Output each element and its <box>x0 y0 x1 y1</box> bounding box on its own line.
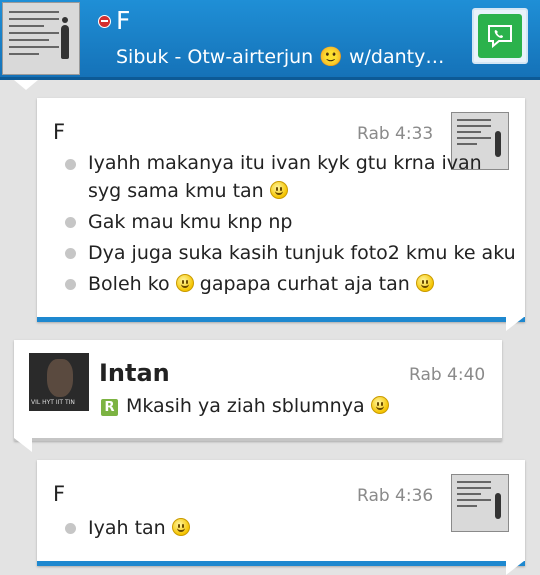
message-sender: Intan <box>99 359 170 387</box>
contact-name: F <box>116 6 131 35</box>
message-bubble-incoming[interactable]: F Rab 4:33 Iyahh makanya itu ivan kyk gt… <box>37 98 525 322</box>
list-item: Iyah tan <box>60 513 460 544</box>
message-time: Rab 4:40 <box>409 365 486 385</box>
list-item: Iyahh makanya itu ivan kyk gtu krna ivan… <box>60 149 520 207</box>
contact-avatar[interactable] <box>2 2 80 75</box>
message-bubble-incoming[interactable]: F Rab 4:36 Iyah tan <box>37 460 525 566</box>
message-list: Iyahh makanya itu ivan kyk gtu krna ivan… <box>60 149 520 300</box>
message-text: Boleh ko <box>88 273 170 295</box>
smiley-emoticon-icon <box>415 274 434 292</box>
bullet-icon <box>65 279 76 290</box>
message-text: Dya juga suka kasih tunjuk foto2 kmu ke … <box>88 242 516 264</box>
message-sender: F <box>53 120 66 144</box>
message-bubble-outgoing[interactable]: VIL HYT IIT TIN Intan Rab 4:40 R Mkasih y… <box>14 340 502 441</box>
message-text: Mkasih ya ziah sblumnya <box>126 395 365 417</box>
list-item: Gak mau kmu knp np <box>60 207 520 238</box>
list-item: Dya juga suka kasih tunjuk foto2 kmu ke … <box>60 238 520 269</box>
message-time: Rab 4:33 <box>357 124 434 144</box>
chat-header: F Sibuk - Otw-airterjun 🙂 w/danty,de... <box>0 0 540 80</box>
message-text: gapapa curhat aja tan <box>199 273 410 295</box>
bubble-tail <box>14 438 32 452</box>
call-button[interactable] <box>472 8 528 64</box>
list-item: Boleh ko gapapa curhat aja tan <box>60 269 520 300</box>
message-sender: F <box>53 482 66 506</box>
smiley-emoticon-icon <box>175 274 194 292</box>
message-time: Rab 4:36 <box>357 486 434 506</box>
bullet-icon <box>65 159 76 170</box>
message-list: Iyah tan <box>60 513 460 544</box>
read-receipt-badge: R <box>101 399 118 416</box>
bullet-icon <box>65 248 76 259</box>
contact-status: Sibuk - Otw-airterjun 🙂 w/danty,de... <box>116 45 446 68</box>
busy-status-icon <box>98 15 111 28</box>
bullet-icon <box>65 217 76 228</box>
bullet-icon <box>65 523 76 534</box>
smiley-emoticon-icon <box>171 518 190 536</box>
bubble-tail <box>14 80 38 90</box>
message-text: Iyah tan <box>88 517 166 539</box>
message-body: R Mkasih ya ziah sblumnya <box>101 395 389 417</box>
chat-call-icon <box>488 25 512 49</box>
message-text: Gak mau kmu knp np <box>88 211 293 233</box>
smiley-emoticon-icon <box>370 396 389 414</box>
smiley-emoticon-icon <box>269 181 288 199</box>
sender-avatar[interactable]: VIL HYT IIT TIN <box>29 353 89 411</box>
bubble-tail <box>506 317 524 331</box>
status-line: Sibuk - Otw-airterjun 🙂 w/danty,de... <box>116 46 446 68</box>
bubble-tail <box>506 561 524 575</box>
